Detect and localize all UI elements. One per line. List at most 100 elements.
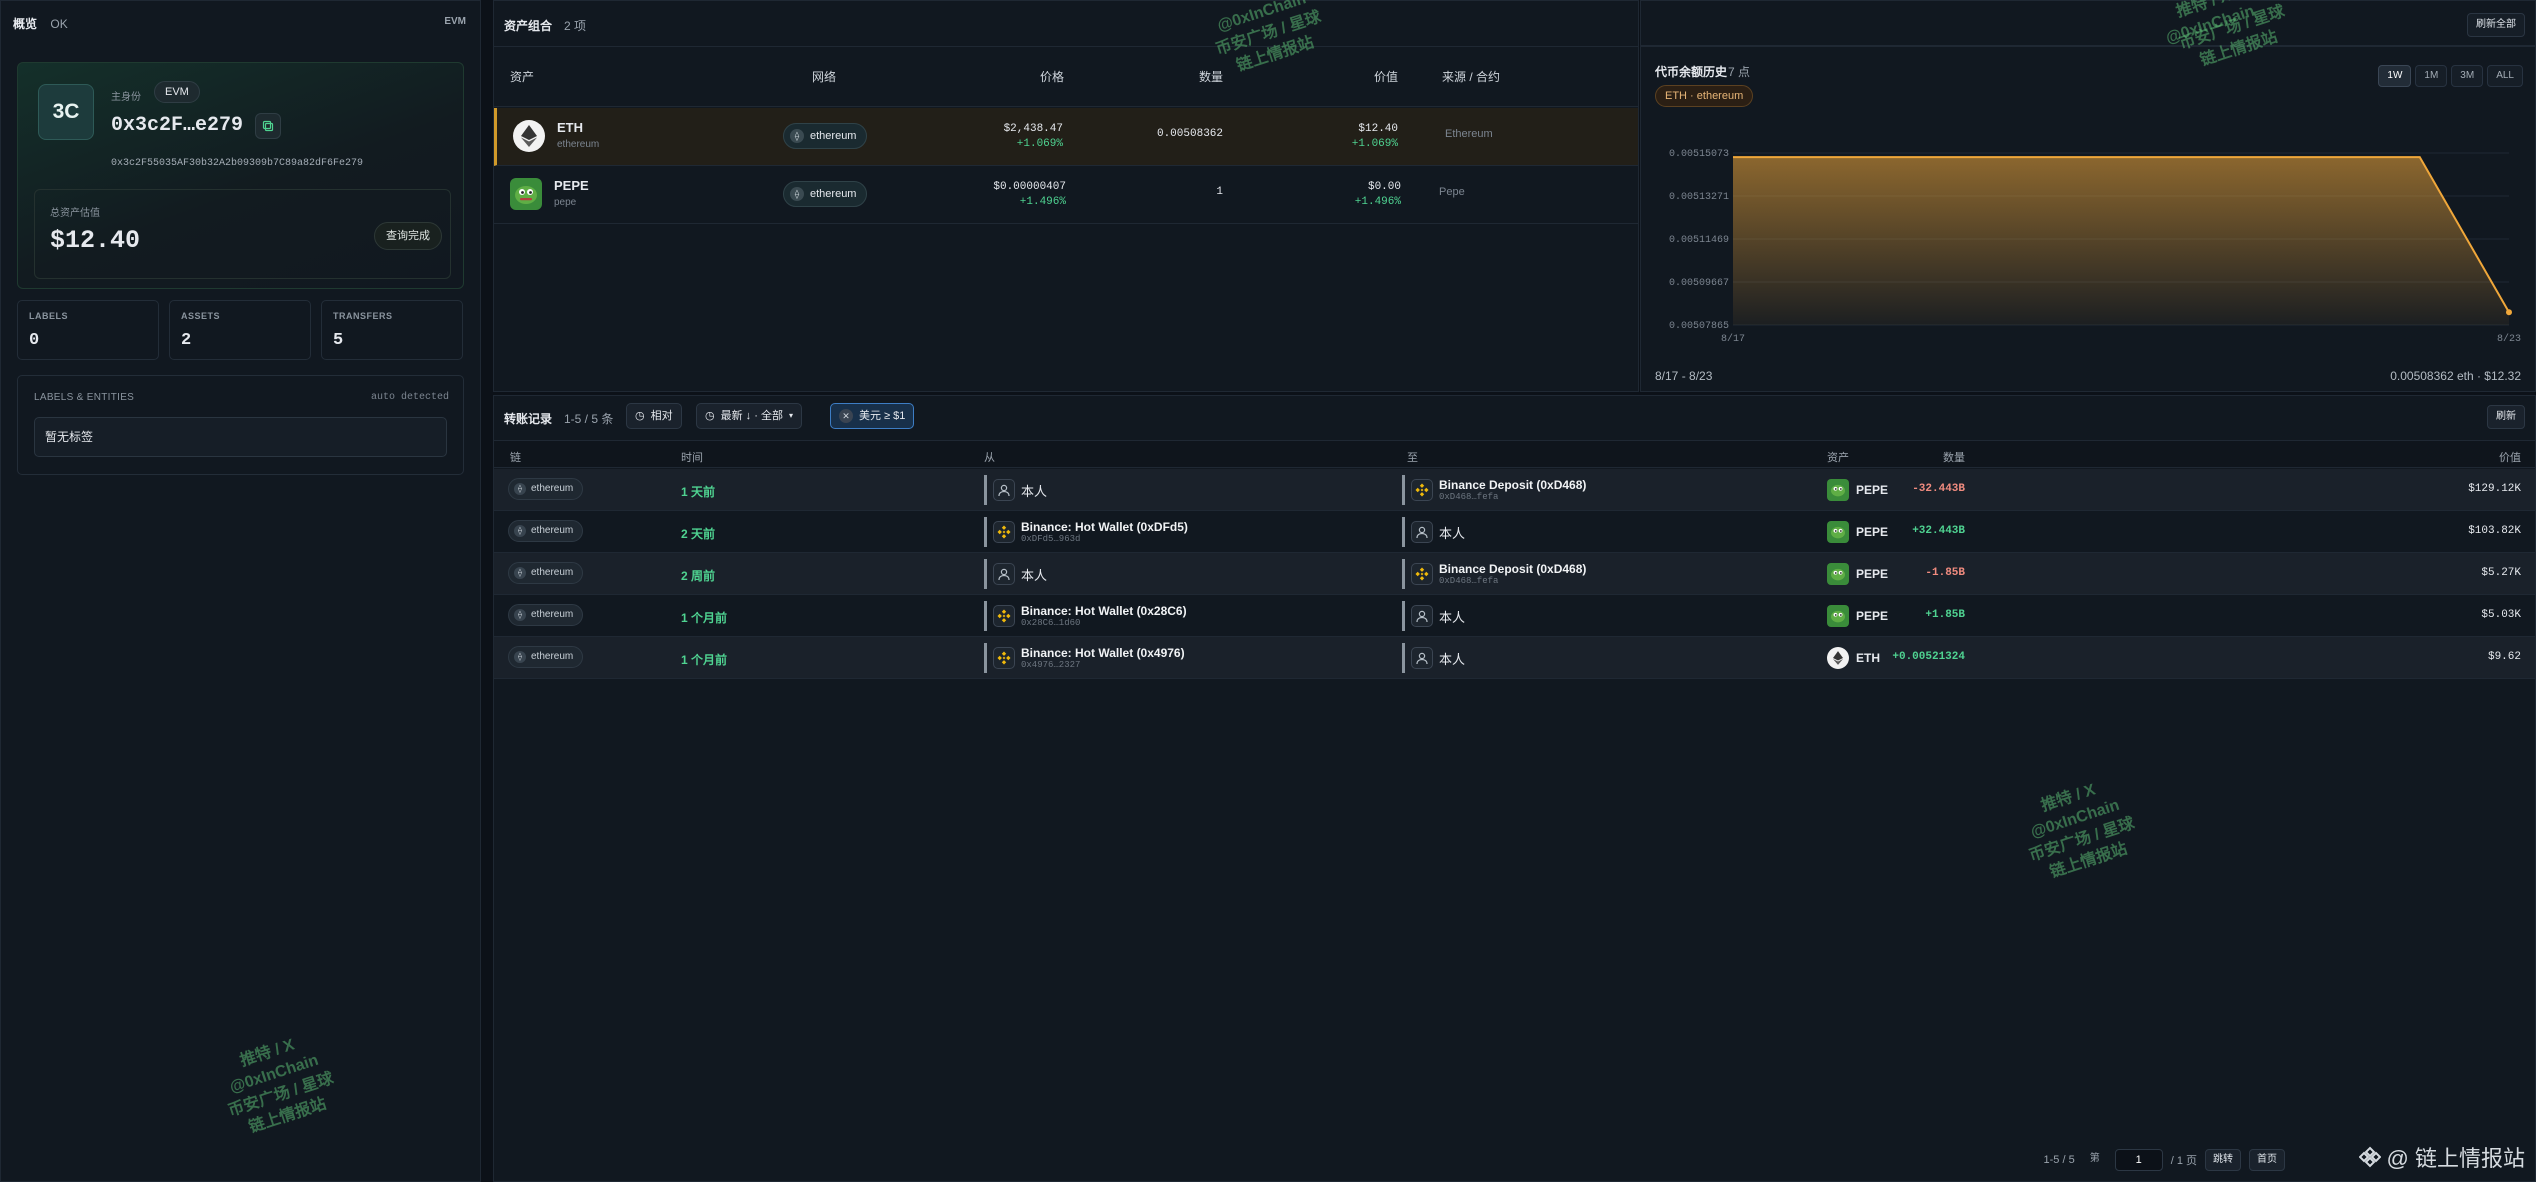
portfolio-header: 资产组合 2 项 xyxy=(494,1,1638,47)
asset-symbol: ETH xyxy=(557,120,583,135)
portfolio-panel: 资产组合 2 项 资产 网络 价格 数量 价值 来源 / 合约 ETH ethe… xyxy=(493,0,1639,392)
table-row[interactable]: ⟠ ethereum 1 个月前 Binance: Hot Wallet (0x497… xyxy=(494,637,2535,679)
stat-value: 2 xyxy=(181,331,192,350)
ethereum-icon: ⟠ xyxy=(790,129,804,143)
stat-value: 0 xyxy=(29,331,40,350)
x-tick-label: 8/23 xyxy=(2497,333,2521,345)
party-name: Binance: Hot Wallet (0xDFd5) xyxy=(1021,520,1188,534)
first-page-button[interactable]: 首页 xyxy=(2249,1149,2285,1171)
brand-logo: @ 链上情报站 xyxy=(2358,1141,2525,1173)
transfers-count: 1-5 / 5 条 xyxy=(564,412,614,426)
transfer-value: $129.12K xyxy=(2468,483,2521,495)
user-icon xyxy=(1411,647,1433,669)
asset-name: ethereum xyxy=(557,139,600,150)
close-icon[interactable]: ✕ xyxy=(839,409,853,423)
stat-label: ASSETS xyxy=(181,311,221,321)
self-party[interactable]: 本人 xyxy=(1402,601,1465,631)
binance-party[interactable]: Binance: Hot Wallet (0xDFd5) 0xDFd5…963d xyxy=(984,517,1188,547)
transfer-amount: +1.85B xyxy=(1925,609,1965,621)
party-name: 本人 xyxy=(1021,567,1048,583)
filter-label: 相对 xyxy=(650,410,673,422)
user-icon xyxy=(993,563,1015,585)
filter-label: 最新 ↓ · 全部 xyxy=(720,410,783,422)
table-row[interactable]: ⟠ ethereum 1 个月前 Binance: Hot Wallet (0x28C… xyxy=(494,595,2535,637)
col-source: 来源 / 合约 xyxy=(1442,70,1501,84)
transfer-value: $5.27K xyxy=(2481,567,2521,579)
table-row[interactable]: ⟠ ethereum 2 天前 Binance: Hot Wallet (0xDFd5… xyxy=(494,511,2535,553)
stat-assets: ASSETS 2 xyxy=(169,300,311,360)
transfers-panel: 转账记录 1-5 / 5 条 ◷ 相对 ◷ 最新 ↓ · 全部 ▾ ✕ 美元 ≥ $1 … xyxy=(493,395,2536,1182)
table-row[interactable]: ⟠ ethereum 1 天前 本人 Binance Deposit (0xD468) 0… xyxy=(494,469,2535,511)
watermark: 推特 / X @0xInChain 币安广场 / 星球 链上情报站 xyxy=(212,1026,343,1143)
filter-sort[interactable]: ◷ 最新 ↓ · 全部 ▾ xyxy=(696,403,802,429)
filter-label: 美元 ≥ $1 xyxy=(859,410,906,422)
self-party[interactable]: 本人 xyxy=(984,559,1047,589)
table-row[interactable]: ⟠ ethereum 2 周前 本人 Binance Deposit (0xD468) 0… xyxy=(494,553,2535,595)
asset-symbol: PEPE xyxy=(1856,567,1889,581)
chain-pill: ⟠ ethereum xyxy=(508,604,584,626)
asset-value: $12.40 +1.069% xyxy=(1352,122,1398,152)
chain-label: ethereum xyxy=(531,609,574,620)
labels-entities-box: LABELS & ENTITIES auto detected 暂无标签 xyxy=(17,375,464,475)
range-selector: 1W 1M 3M ALL xyxy=(2378,65,2523,87)
filter-relative-time[interactable]: ◷ 相对 xyxy=(626,403,682,429)
col-value: 价值 xyxy=(2499,452,2521,464)
party-name: 本人 xyxy=(1439,609,1466,625)
chain-label: ethereum xyxy=(531,483,574,494)
self-party[interactable]: 本人 xyxy=(984,475,1047,505)
x-tick-label: 8/17 xyxy=(1721,333,1745,345)
pepe-icon xyxy=(1827,521,1849,543)
transfers-toolbar: 转账记录 1-5 / 5 条 ◷ 相对 ◷ 最新 ↓ · 全部 ▾ ✕ 美元 ≥ $1 … xyxy=(494,396,2535,434)
transfer-time: 1 个月前 xyxy=(681,653,728,667)
filter-usd-min[interactable]: ✕ 美元 ≥ $1 xyxy=(830,403,915,429)
pepe-icon xyxy=(1827,479,1849,501)
jump-button[interactable]: 跳转 xyxy=(2205,1149,2241,1171)
refresh-all-button[interactable]: 刷新全部 xyxy=(2467,13,2525,37)
y-tick-label: 0.00511469 xyxy=(1669,235,1729,246)
asset-price: $2,438.47 +1.069% xyxy=(1004,122,1063,152)
transfer-amount: -1.85B xyxy=(1925,567,1965,579)
range-all-button[interactable]: ALL xyxy=(2487,65,2523,87)
area-fill xyxy=(1733,157,2509,325)
binance-party[interactable]: Binance Deposit (0xD468) 0xD468…fefa xyxy=(1402,559,1586,589)
self-party[interactable]: 本人 xyxy=(1402,643,1465,673)
value-amount: $0.00 xyxy=(1367,181,1401,193)
value-amount: $12.40 xyxy=(1358,123,1398,135)
col-asset: 资产 xyxy=(510,70,535,84)
binance-party[interactable]: Binance Deposit (0xD468) 0xD468…fefa xyxy=(1402,475,1586,505)
page-input[interactable] xyxy=(2114,1149,2163,1171)
user-icon xyxy=(1411,605,1433,627)
price-value: $2,438.47 xyxy=(1003,123,1063,135)
self-party[interactable]: 本人 xyxy=(1402,517,1465,547)
asset-quantity: 1 xyxy=(1216,186,1223,198)
page-suffix: / 1 页 xyxy=(2170,1155,2197,1167)
portfolio-table-header: 资产 网络 价格 数量 价值 来源 / 合约 xyxy=(494,47,1638,107)
chain-label: ethereum xyxy=(531,651,574,662)
binance-party[interactable]: Binance: Hot Wallet (0x4976) 0x4976…2327 xyxy=(984,643,1185,673)
network-pill: ⟠ ethereum xyxy=(783,123,868,149)
refresh-button[interactable]: 刷新 xyxy=(2487,405,2525,429)
brand-text: @ 链上情报站 xyxy=(2386,1146,2525,1171)
col-amount: 数量 xyxy=(1943,452,1965,464)
binance-party[interactable]: Binance: Hot Wallet (0x28C6) 0x28C6…1d60 xyxy=(984,601,1187,631)
transfer-asset: PEPE xyxy=(1827,479,1888,501)
party-name: 本人 xyxy=(1021,483,1048,499)
asset-symbol: PEPE xyxy=(1856,525,1889,539)
eth-icon xyxy=(513,120,545,152)
asset-row-eth[interactable]: ETH ethereum ⟠ ethereum $2,438.47 +1.069% … xyxy=(494,108,1638,166)
copy-address-button[interactable] xyxy=(255,113,281,139)
eth-icon xyxy=(1827,647,1849,669)
overview-panel: 概览 OK EVM 3C 主身份 EVM 0x3c2F…e279 0x3c2F5… xyxy=(0,0,481,1182)
copy-icon xyxy=(262,120,274,132)
binance-icon xyxy=(993,605,1015,627)
asset-quantity: 0.00508362 xyxy=(1156,128,1223,140)
range-3m-button[interactable]: 3M xyxy=(2451,65,2484,87)
range-1m-button[interactable]: 1M xyxy=(2415,65,2448,87)
asset-row-pepe[interactable]: PEPE pepe ⟠ ethereum $0.00000407 +1.496% 1… xyxy=(494,166,1638,224)
overview-title: 概览 xyxy=(13,17,38,31)
total-value-label: 总资产估值 xyxy=(50,208,100,219)
query-status-button[interactable]: 查询完成 xyxy=(374,222,442,250)
transfer-asset: PEPE xyxy=(1827,521,1888,543)
history-title: 代币余额历史 xyxy=(1655,65,1728,79)
range-1w-button[interactable]: 1W xyxy=(2378,65,2412,87)
